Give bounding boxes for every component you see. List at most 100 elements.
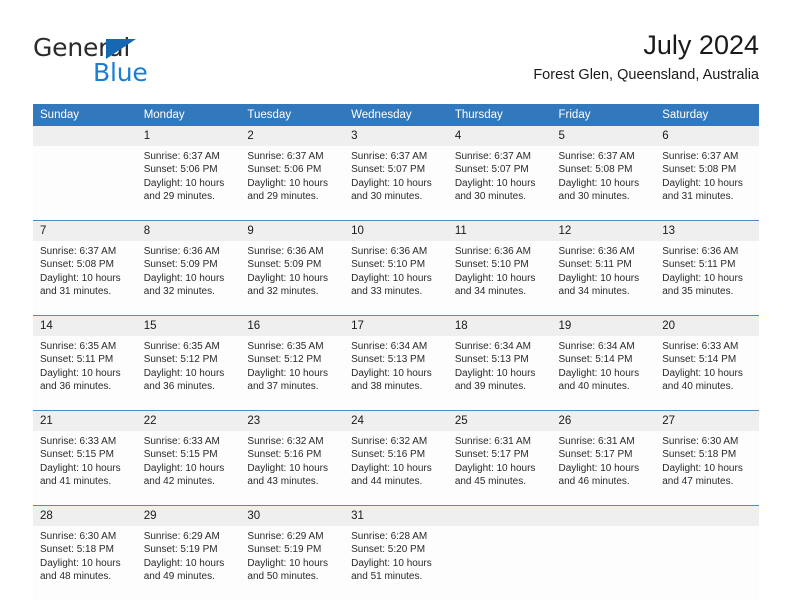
day-info-cell[interactable]: Sunrise: 6:32 AM Sunset: 5:16 PM Daylight:…: [344, 431, 448, 505]
day-number-cell[interactable]: 19: [551, 316, 656, 336]
day-number-cell[interactable]: 16: [240, 316, 345, 336]
day-number-cell[interactable]: 30: [240, 506, 345, 526]
day-sunset-text: Sunset: 5:10 PM: [351, 259, 426, 271]
week-separator-line: [33, 505, 759, 506]
day-info-cell[interactable]: Sunrise: 6:37 AM Sunset: 5:08 PM Daylight:…: [551, 146, 656, 220]
day-info-cell[interactable]: Sunrise: 6:28 AM Sunset: 5:20 PM Daylight:…: [344, 526, 448, 600]
day-sunrise-text: Sunrise: 6:36 AM: [247, 246, 324, 257]
day-number-cell[interactable]: 23: [240, 411, 345, 431]
day-number-cell[interactable]: 4: [447, 126, 552, 146]
day-sunrise-text: Sunrise: 6:37 AM: [558, 151, 635, 162]
day-info-row: Sunrise: 6:30 AM Sunset: 5:18 PM Daylight:…: [33, 526, 759, 600]
day-info-cell[interactable]: Sunrise: 6:30 AM Sunset: 5:18 PM Daylight:…: [655, 431, 759, 505]
day-info-row: Sunrise: 6:33 AM Sunset: 5:15 PM Daylight:…: [33, 431, 759, 505]
day-info-cell[interactable]: Sunrise: 6:35 AM Sunset: 5:12 PM Daylight:…: [136, 336, 241, 410]
day-sunrise-text: Sunrise: 6:33 AM: [143, 436, 220, 447]
day-number-cell[interactable]: 31: [344, 506, 448, 526]
day-number-cell[interactable]: 15: [136, 316, 241, 336]
day-sunset-text: Sunset: 5:12 PM: [247, 354, 322, 366]
day-number-cell[interactable]: 29: [136, 506, 241, 526]
day-info-cell[interactable]: Sunrise: 6:36 AM Sunset: 5:09 PM Daylight:…: [136, 241, 241, 315]
day-number-cell[interactable]: 25: [447, 411, 552, 431]
day-sunset-text: Sunset: 5:07 PM: [351, 164, 426, 176]
day-number-cell[interactable]: 8: [136, 221, 241, 241]
day-info-cell[interactable]: Sunrise: 6:36 AM Sunset: 5:11 PM Daylight:…: [655, 241, 759, 315]
week-separator: [33, 410, 759, 411]
day-number-cell[interactable]: 11: [447, 221, 552, 241]
day-daylight-line1-text: Daylight: 10 hours: [558, 367, 640, 379]
day-info-cell[interactable]: Sunrise: 6:34 AM Sunset: 5:14 PM Daylight:…: [551, 336, 656, 410]
day-number-cell[interactable]: 12: [551, 221, 656, 241]
weekday-header-friday: Friday: [551, 104, 656, 126]
general-blue-logo[interactable]: General Blue: [33, 34, 253, 92]
day-number-cell[interactable]: 14: [33, 316, 137, 336]
day-daylight-line2-text: and 46 minutes.: [558, 476, 630, 488]
day-info-cell[interactable]: Sunrise: 6:34 AM Sunset: 5:13 PM Daylight:…: [344, 336, 448, 410]
day-daylight-line2-text: and 51 minutes.: [351, 571, 423, 583]
day-daylight-line1-text: Daylight: 10 hours: [247, 272, 329, 284]
day-info-cell[interactable]: Sunrise: 6:37 AM Sunset: 5:07 PM Daylight:…: [447, 146, 552, 220]
day-info-cell[interactable]: Sunrise: 6:34 AM Sunset: 5:13 PM Daylight:…: [447, 336, 552, 410]
day-number-cell[interactable]: 6: [655, 126, 759, 146]
day-sunrise-text: Sunrise: 6:36 AM: [351, 246, 428, 257]
day-info-cell[interactable]: Sunrise: 6:37 AM Sunset: 5:08 PM Daylight:…: [33, 241, 137, 315]
day-info-cell[interactable]: Sunrise: 6:29 AM Sunset: 5:19 PM Daylight:…: [136, 526, 241, 600]
day-info-cell[interactable]: Sunrise: 6:30 AM Sunset: 5:18 PM Daylight:…: [33, 526, 137, 600]
day-info-cell[interactable]: Sunrise: 6:36 AM Sunset: 5:09 PM Daylight:…: [240, 241, 345, 315]
day-number-cell[interactable]: 9: [240, 221, 345, 241]
day-info-cell[interactable]: Sunrise: 6:36 AM Sunset: 5:10 PM Daylight:…: [344, 241, 448, 315]
day-info-cell[interactable]: Sunrise: 6:32 AM Sunset: 5:16 PM Daylight:…: [240, 431, 345, 505]
day-info-cell[interactable]: Sunrise: 6:37 AM Sunset: 5:06 PM Daylight:…: [240, 146, 345, 220]
day-number-cell[interactable]: 24: [344, 411, 448, 431]
day-daylight-line1-text: Daylight: 10 hours: [558, 177, 640, 189]
empty-day-info-cell: [551, 526, 656, 600]
day-daylight-line2-text: and 29 minutes.: [247, 191, 319, 203]
day-number-cell[interactable]: 5: [551, 126, 656, 146]
day-sunrise-text: Sunrise: 6:34 AM: [558, 341, 635, 352]
day-info-cell[interactable]: Sunrise: 6:37 AM Sunset: 5:06 PM Daylight:…: [136, 146, 241, 220]
day-info-cell[interactable]: Sunrise: 6:35 AM Sunset: 5:11 PM Daylight:…: [33, 336, 137, 410]
day-number-cell[interactable]: 28: [33, 506, 137, 526]
week-separator: [33, 220, 759, 221]
day-number-cell[interactable]: 27: [655, 411, 759, 431]
day-number-cell[interactable]: 1: [136, 126, 241, 146]
day-number-cell[interactable]: 2: [240, 126, 345, 146]
day-number-row: 7 8 9 10 11 12 13: [33, 221, 759, 241]
day-sunset-text: Sunset: 5:08 PM: [662, 164, 737, 176]
day-info-cell[interactable]: Sunrise: 6:31 AM Sunset: 5:17 PM Daylight:…: [447, 431, 552, 505]
day-info-cell[interactable]: Sunrise: 6:33 AM Sunset: 5:14 PM Daylight:…: [655, 336, 759, 410]
day-number-cell[interactable]: 21: [33, 411, 137, 431]
day-info-cell[interactable]: Sunrise: 6:36 AM Sunset: 5:11 PM Daylight:…: [551, 241, 656, 315]
day-number-cell[interactable]: 10: [344, 221, 448, 241]
day-sunset-text: Sunset: 5:14 PM: [662, 354, 737, 366]
day-daylight-line1-text: Daylight: 10 hours: [351, 367, 432, 379]
day-number-cell[interactable]: 20: [655, 316, 759, 336]
day-number-cell[interactable]: 18: [447, 316, 552, 336]
day-daylight-line2-text: and 39 minutes.: [454, 381, 526, 393]
day-number-cell[interactable]: 22: [136, 411, 241, 431]
day-number-cell[interactable]: 3: [344, 126, 448, 146]
day-number-cell[interactable]: 17: [344, 316, 448, 336]
day-info-cell[interactable]: Sunrise: 6:31 AM Sunset: 5:17 PM Daylight:…: [551, 431, 656, 505]
day-sunrise-text: Sunrise: 6:34 AM: [351, 341, 428, 352]
day-info-cell[interactable]: Sunrise: 6:36 AM Sunset: 5:10 PM Daylight:…: [447, 241, 552, 315]
day-sunrise-text: Sunrise: 6:33 AM: [662, 341, 739, 352]
day-number-cell[interactable]: 13: [655, 221, 759, 241]
title-block: July 2024 Forest Glen, Queensland, Austr…: [533, 28, 759, 84]
day-info-cell[interactable]: Sunrise: 6:29 AM Sunset: 5:19 PM Daylight:…: [240, 526, 345, 600]
day-daylight-line1-text: Daylight: 10 hours: [454, 367, 536, 379]
day-info-cell[interactable]: Sunrise: 6:37 AM Sunset: 5:07 PM Daylight:…: [344, 146, 448, 220]
day-info-cell[interactable]: Sunrise: 6:37 AM Sunset: 5:08 PM Daylight:…: [655, 146, 759, 220]
day-number-cell[interactable]: 26: [551, 411, 656, 431]
day-number-cell[interactable]: 7: [33, 221, 137, 241]
day-sunrise-text: Sunrise: 6:36 AM: [143, 246, 220, 257]
day-info-cell[interactable]: Sunrise: 6:33 AM Sunset: 5:15 PM Daylight:…: [33, 431, 137, 505]
day-info-cell[interactable]: Sunrise: 6:33 AM Sunset: 5:15 PM Daylight:…: [136, 431, 241, 505]
day-sunset-text: Sunset: 5:20 PM: [351, 544, 426, 556]
day-sunset-text: Sunset: 5:08 PM: [40, 259, 114, 271]
day-info-cell[interactable]: Sunrise: 6:35 AM Sunset: 5:12 PM Daylight:…: [240, 336, 345, 410]
day-sunrise-text: Sunrise: 6:31 AM: [558, 436, 635, 447]
day-daylight-line2-text: and 30 minutes.: [351, 191, 423, 203]
day-daylight-line1-text: Daylight: 10 hours: [351, 177, 432, 189]
weekday-header-tuesday: Tuesday: [240, 104, 345, 126]
